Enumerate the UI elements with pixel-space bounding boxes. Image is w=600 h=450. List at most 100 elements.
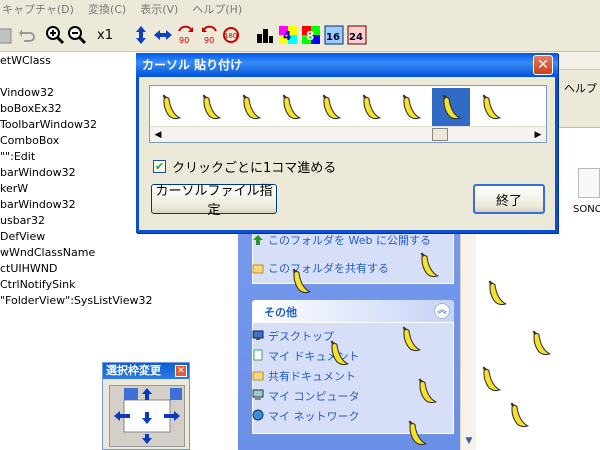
banana-frame-icon [402, 94, 421, 120]
cursor-paste-dialog: カーソル 貼り付け ✕ ◀ ▶ ✔ クリックごとに1コマ進める カーソルファイル… [136, 53, 558, 233]
banana-stamp-icon [488, 280, 507, 306]
app-toolbar: x1 90 90 180 4 8 16 24 [0, 18, 600, 52]
tree-item[interactable]: CtrlNotifySink [0, 278, 75, 291]
app-menubar: キャプチャ(D) 変換(C) 表示(V) ヘルプ(H) [0, 0, 600, 18]
cursor-frame[interactable] [312, 88, 350, 126]
banana-stamp-icon [482, 366, 501, 392]
checkbox-box[interactable]: ✔ [153, 160, 166, 173]
banana-frame-icon [322, 94, 341, 120]
link-desktop[interactable]: デスクトップ [268, 328, 334, 344]
menu-convert[interactable]: 変換(C) [88, 1, 126, 17]
cursor-frame-selected[interactable] [432, 88, 470, 126]
banana-stamp-icon [510, 402, 529, 428]
finish-button[interactable]: 終了 [473, 184, 545, 214]
color-4-icon[interactable]: 4 [277, 24, 299, 46]
tree-item[interactable]: ctUIHWND [0, 262, 58, 275]
menu-view[interactable]: 表示(V) [140, 1, 178, 17]
banana-frame-icon [202, 94, 221, 120]
rotate-neg90-icon[interactable]: 90 [198, 24, 220, 46]
link-my-network[interactable]: マイ ネットワーク [268, 408, 360, 424]
banana-stamp-icon [402, 326, 421, 352]
color-4-text: 4 [283, 29, 291, 43]
other-header-label: その他 [264, 306, 297, 319]
scroll-right-icon[interactable]: ▶ [532, 129, 544, 141]
collapse-chevron-icon[interactable]: ︽ [434, 303, 450, 319]
rotate-90-text: 90 [179, 36, 189, 45]
cursor-frame[interactable] [272, 88, 310, 126]
cursor-frame[interactable] [392, 88, 430, 126]
rotate-90-icon[interactable]: 90 [175, 24, 197, 46]
color-8-icon[interactable]: 8 [300, 24, 322, 46]
close-icon[interactable]: ✕ [175, 365, 187, 377]
frame-strip-scrollbar[interactable]: ◀ ▶ [150, 126, 546, 142]
selection-frame-panel[interactable]: 選択枠変更 ✕ [102, 362, 190, 450]
color-16-icon[interactable]: 16 [323, 24, 345, 46]
tree-item[interactable]: barWindow32 [0, 198, 76, 211]
monochrome-icon[interactable] [254, 24, 276, 46]
banana-frame-icon [282, 94, 301, 120]
zoom-out-icon[interactable] [66, 24, 88, 46]
cursor-frame-strip[interactable]: ◀ ▶ [149, 85, 547, 143]
tree-item[interactable]: "":Edit [0, 150, 35, 163]
banana-stamp-icon [418, 378, 437, 404]
cursor-frame[interactable] [192, 88, 230, 126]
rotate-180-icon[interactable]: 180 [220, 24, 242, 46]
tree-item[interactable]: "FolderView":SysListView32 [0, 294, 152, 307]
link-shared-documents[interactable]: 共有ドキュメント [268, 368, 356, 384]
advance-per-click-checkbox[interactable]: ✔ クリックごとに1コマ進める [153, 157, 336, 176]
menu-help[interactable]: ヘルプ(H) [192, 1, 242, 17]
paste-icon[interactable] [0, 24, 16, 46]
banana-stamp-icon [292, 268, 311, 294]
banana-frame-icon [242, 94, 261, 120]
cursor-frame[interactable] [352, 88, 390, 126]
cursor-frame[interactable] [232, 88, 270, 126]
color-24-icon[interactable]: 24 [346, 24, 368, 46]
banana-frame-icon [442, 94, 461, 120]
zoom-in-icon[interactable] [44, 24, 66, 46]
banana-frame-icon [162, 94, 181, 120]
zoom-level-label: x1 [97, 28, 113, 43]
file-icon[interactable] [578, 168, 600, 198]
my-computer-icon [252, 389, 264, 400]
color-16-text: 16 [326, 32, 340, 43]
banana-frame-icon [362, 94, 381, 120]
link-share-folder[interactable]: このフォルダを共有する [268, 260, 389, 276]
banana-stamp-icon [420, 252, 439, 278]
explorer-help-menu[interactable]: ヘルプ [564, 80, 597, 96]
banana-frame-icon [482, 94, 501, 120]
other-header[interactable]: その他 ︽ [252, 300, 454, 322]
file-label[interactable]: SONCA [573, 204, 600, 215]
tree-item[interactable]: wWndClassName [0, 246, 95, 259]
vertical-resize-icon[interactable] [130, 24, 152, 46]
shared-documents-icon [252, 371, 264, 381]
scroll-down-icon[interactable]: ▼ [463, 436, 475, 448]
my-network-icon [252, 409, 264, 421]
tree-item[interactable]: boBoxEx32 [0, 102, 62, 115]
menu-capture[interactable]: キャプチャ(D) [2, 1, 74, 17]
tree-item[interactable]: barWindow32 [0, 166, 76, 179]
link-publish-web[interactable]: このフォルダを Web に公開する [268, 232, 431, 248]
tree-item[interactable]: etWClass [0, 54, 51, 67]
tree-item[interactable]: kerW [0, 182, 28, 195]
cursor-frame[interactable] [152, 88, 190, 126]
direction-grid [109, 385, 185, 447]
tree-item[interactable]: DefView [0, 230, 45, 243]
share-folder-icon [252, 264, 264, 274]
cursor-frame[interactable] [472, 88, 510, 126]
horizontal-resize-icon[interactable] [152, 24, 174, 46]
specify-cursor-file-button[interactable]: カーソルファイル指定 [151, 184, 277, 218]
tree-item[interactable]: ToolbarWindow32 [0, 118, 97, 131]
frame-scroll-thumb[interactable] [432, 128, 448, 141]
scroll-left-icon[interactable]: ◀ [152, 129, 164, 141]
tree-item[interactable]: usbar32 [0, 214, 45, 227]
undo-icon[interactable] [16, 24, 38, 46]
dialog-title: カーソル 貼り付け [136, 53, 558, 77]
tree-item[interactable]: Vindow32 [0, 86, 54, 99]
banana-stamp-icon [532, 330, 551, 356]
tree-item[interactable]: ComboBox [0, 134, 59, 147]
banana-stamp-icon [408, 420, 427, 446]
banana-stamp-icon [330, 340, 349, 366]
dialog-close-icon[interactable]: ✕ [533, 55, 553, 75]
color-24-text: 24 [349, 32, 363, 43]
link-my-computer[interactable]: マイ コンピュータ [268, 388, 360, 404]
